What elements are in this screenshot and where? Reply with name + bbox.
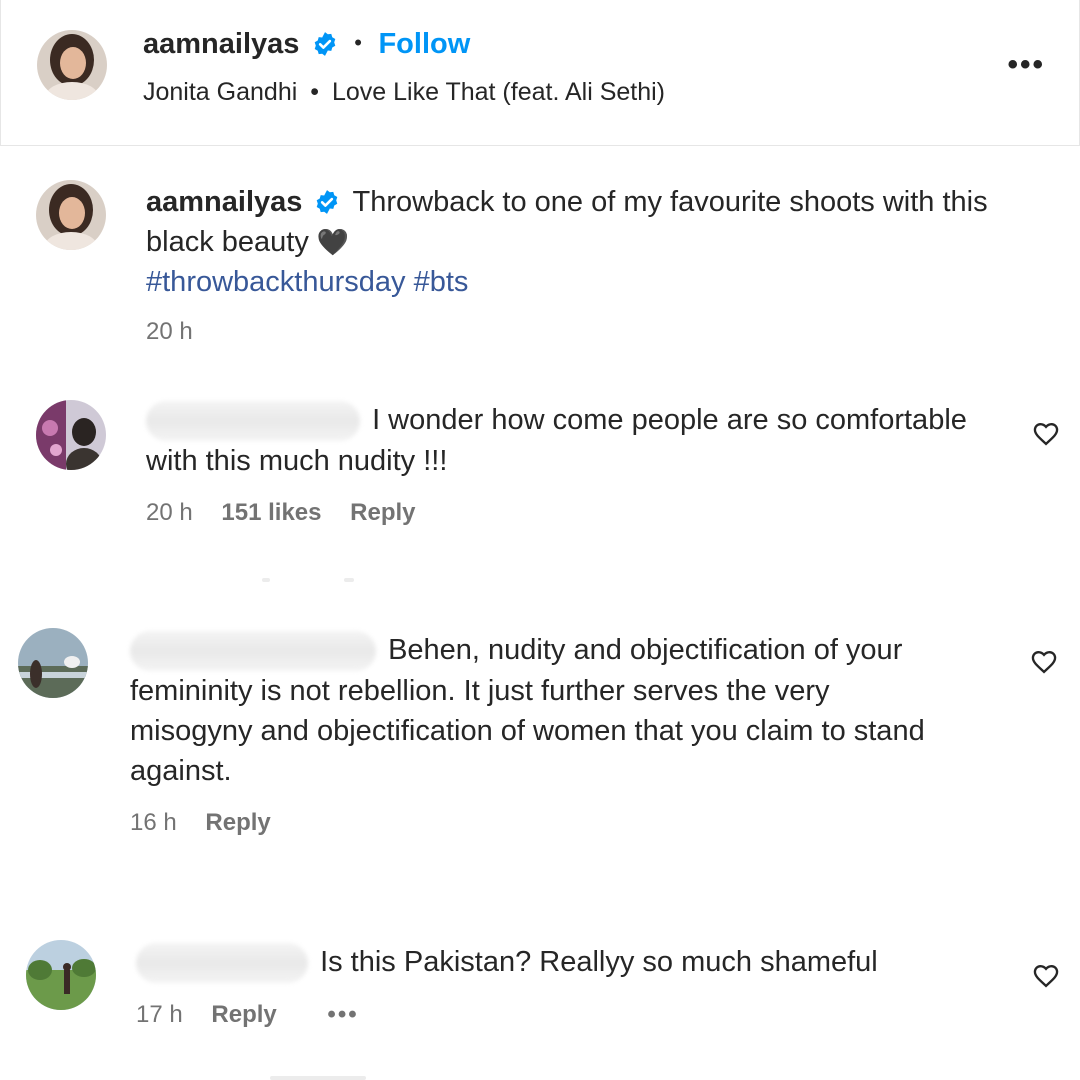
comment-time: 16 h: [130, 809, 177, 837]
reply-button[interactable]: Reply: [350, 499, 415, 526]
reply-button[interactable]: Reply: [205, 809, 270, 836]
black-heart-emoji: 🖤: [316, 227, 350, 257]
faint-divider: [262, 578, 270, 582]
commenter-avatar[interactable]: [26, 940, 96, 1010]
post-header: aamnailyas • Follow Jonita Gandhi • Love…: [0, 0, 1080, 146]
comment-time: 20 h: [146, 499, 193, 527]
header-separator: •: [354, 30, 362, 55]
comment-text-line1: I wonder how come people are so comforta…: [372, 404, 967, 436]
follow-button[interactable]: Follow: [378, 28, 470, 60]
more-horizontal-icon[interactable]: •••: [327, 1001, 358, 1028]
audio-artist: Jonita Gandhi: [143, 78, 298, 106]
comment-time: 17 h: [136, 1001, 183, 1029]
comment-text-line1: Is this Pakistan? Reallyy so much shamef…: [320, 946, 878, 978]
audio-separator: •: [310, 78, 319, 106]
faint-divider: [344, 578, 354, 582]
heart-icon[interactable]: [1032, 420, 1060, 448]
comment: Is this Pakistan? Reallyy so much shamef…: [136, 942, 1016, 1029]
verified-icon: [314, 186, 348, 218]
comment-meta: 17 h Reply •••: [136, 1001, 1016, 1029]
caption-avatar[interactable]: [36, 180, 106, 250]
caption-hashtags[interactable]: #throwbackthursday #bts: [146, 262, 1036, 302]
comment-likes[interactable]: 151 likes: [221, 499, 321, 526]
audio-info[interactable]: Jonita Gandhi • Love Like That (feat. Al…: [143, 78, 665, 107]
author-avatar[interactable]: [37, 30, 107, 100]
caption-username[interactable]: aamnailyas: [146, 186, 302, 218]
heart-icon[interactable]: [1032, 962, 1060, 990]
redacted-username: [130, 631, 376, 672]
comment: Behen, nudity and objectification of you…: [130, 630, 1030, 837]
reply-button[interactable]: Reply: [211, 1001, 276, 1028]
comment-text-line1: Behen, nudity and objectification of you…: [388, 634, 903, 666]
comment-text-line2: with this much nudity !!!: [146, 445, 448, 478]
faint-divider: [270, 1076, 366, 1080]
caption-time: 20 h: [146, 318, 193, 345]
comment-text-line2: femininity is not rebellion. It just fur…: [130, 675, 830, 708]
audio-track: Love Like That (feat. Ali Sethi): [331, 78, 666, 106]
redacted-username: [136, 943, 308, 984]
comment-meta: 20 h 151 likes Reply: [146, 499, 1026, 527]
verified-icon: [312, 32, 342, 57]
commenter-avatar[interactable]: [18, 628, 88, 698]
comment-text-line4: against.: [130, 755, 232, 788]
comment: I wonder how come people are so comforta…: [146, 400, 1026, 527]
heart-icon[interactable]: [1030, 648, 1058, 676]
caption-text-line1: Throwback to one of my favourite shoots …: [352, 186, 988, 218]
commenter-avatar[interactable]: [36, 400, 106, 470]
caption: aamnailyas Throwback to one of my favour…: [146, 182, 1036, 346]
comment-meta: 16 h Reply: [130, 809, 1030, 837]
redacted-username: [146, 401, 360, 442]
author-username[interactable]: aamnailyas: [143, 28, 299, 60]
caption-text-line2: black beauty: [146, 226, 309, 258]
comment-text-line3: misogyny and objectification of women th…: [130, 715, 925, 748]
more-options-icon[interactable]: •••: [1007, 48, 1045, 82]
